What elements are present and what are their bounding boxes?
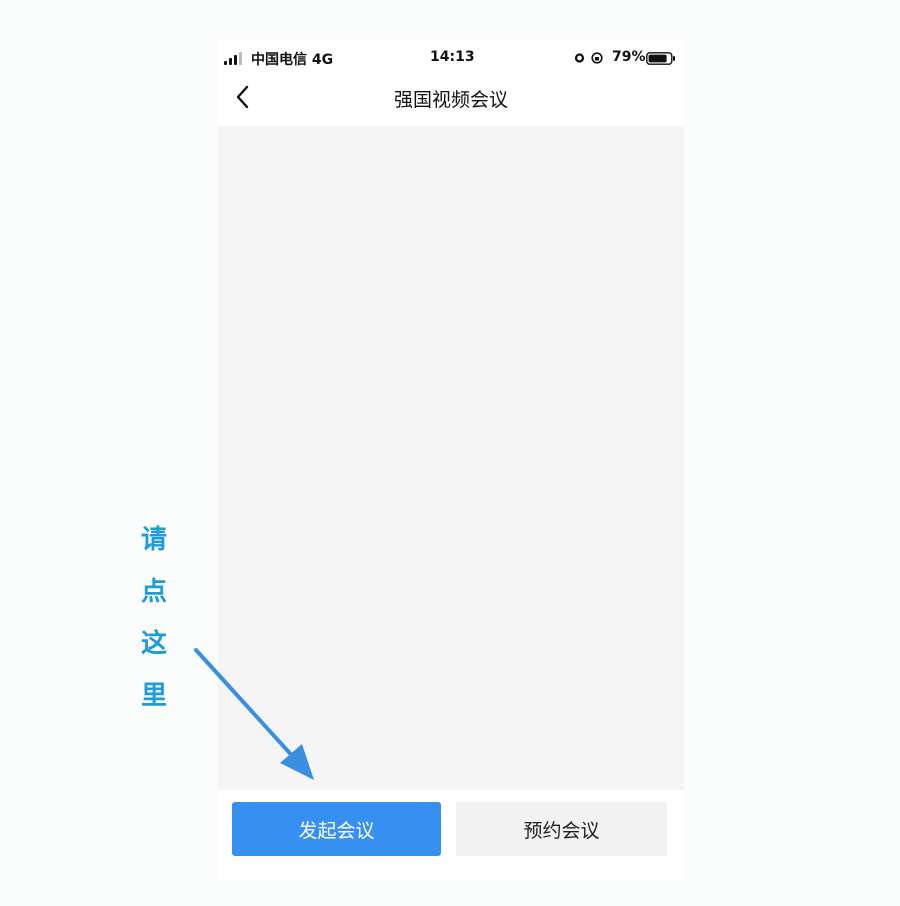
annotation-char: 里 (140, 681, 167, 711)
navigation-bar: 强国视频会议 (218, 78, 684, 118)
status-bar: 中国电信 4G 14:13 79% (218, 40, 684, 76)
battery-percent: 79% (612, 49, 646, 65)
schedule-meeting-button[interactable]: 预约会议 (456, 802, 667, 856)
tap-here-annotation: 请 点 这 里 (134, 518, 174, 726)
action-bar: 发起会议 预约会议 (218, 802, 684, 858)
battery-icon (646, 52, 675, 65)
page-title: 强国视频会议 (393, 89, 508, 111)
start-meeting-button[interactable]: 发起会议 (232, 802, 441, 856)
carrier-label: 中国电信 4G (251, 52, 334, 68)
annotation-char: 请 (140, 525, 167, 555)
video-content-area (218, 126, 684, 790)
clock-time: 14:13 (430, 49, 475, 65)
alarm-icon (574, 53, 585, 63)
phone-screen: 中国电信 4G 14:13 79% 强国视频会议 发起会议 预约会议 (218, 40, 684, 880)
annotation-char: 这 (140, 629, 167, 659)
annotation-char: 点 (140, 577, 167, 607)
signal-icon (224, 52, 244, 65)
rotation-lock-icon (591, 52, 603, 64)
